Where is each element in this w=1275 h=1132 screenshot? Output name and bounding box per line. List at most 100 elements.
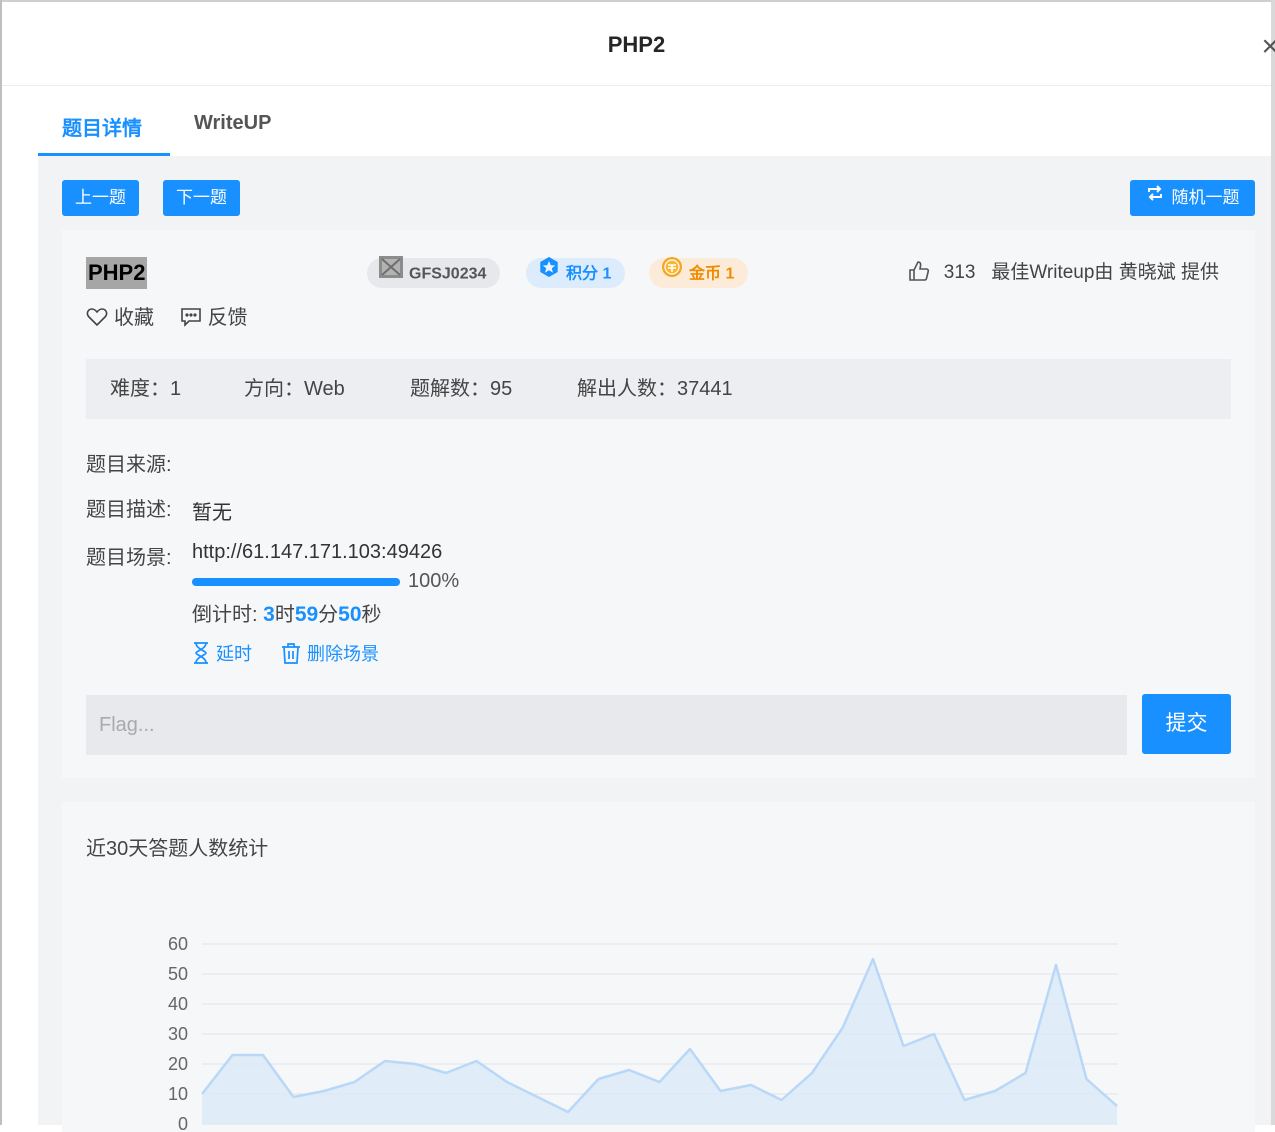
coin-label: 金币 1 <box>689 265 735 283</box>
countdown-minutes: 59 <box>294 603 319 626</box>
minutes-unit: 分 <box>318 604 339 626</box>
data-point-24[interactable] <box>932 1032 936 1036</box>
question-content: 上一题 下一题 随机一题 PHP2 GFSJ0234 积分 1 金币 1 313… <box>38 156 1271 1132</box>
trash-icon <box>282 643 301 665</box>
data-point-22[interactable] <box>871 957 875 961</box>
extend-time-label: 延时 <box>216 644 252 664</box>
writeup-info: 313 最佳Writeup由 黄晓斌 提供 <box>908 258 1219 288</box>
description-label: 题目描述: <box>86 499 172 521</box>
source-label: 题目来源: <box>86 454 172 476</box>
solver-count-chart: 0 10 20 30 40 50 60 <box>168 934 1119 1132</box>
tab-question-details[interactable]: 题目详情 <box>62 112 142 141</box>
thumbs-up-icon[interactable] <box>908 261 943 283</box>
tab-bar: 题目详情 WriteUP <box>38 86 1271 156</box>
comment-icon <box>180 307 201 327</box>
data-point-11[interactable] <box>536 1095 540 1099</box>
hourglass-icon <box>194 642 208 665</box>
data-point-16[interactable] <box>688 1047 692 1051</box>
data-point-28[interactable] <box>1054 963 1058 967</box>
scene-url[interactable]: http://61.147.171.103:49426 <box>192 541 442 564</box>
data-point-7[interactable] <box>414 1062 418 1066</box>
description-value: 暂无 <box>192 502 232 524</box>
y-tick-label: 50 <box>168 964 188 984</box>
shuffle-icon <box>1146 179 1164 215</box>
tab-writeup[interactable]: WriteUP <box>194 112 271 135</box>
question-title: PHP2 <box>86 257 148 289</box>
like-count: 313 <box>943 262 976 283</box>
data-point-13[interactable] <box>597 1077 601 1081</box>
random-question-button[interactable]: 随机一题 <box>1130 180 1255 216</box>
data-point-8[interactable] <box>444 1071 448 1075</box>
modal-header: PHP2 × <box>2 2 1275 86</box>
submit-flag-button[interactable]: 提交 <box>1142 694 1231 754</box>
data-point-19[interactable] <box>780 1098 784 1102</box>
question-id: GFSJ0234 <box>409 265 487 283</box>
data-point-10[interactable] <box>505 1080 509 1084</box>
question-actions: 收藏 反馈 <box>86 304 268 332</box>
y-tick-label: 10 <box>168 1084 188 1104</box>
score-label: 积分 1 <box>566 265 612 283</box>
data-point-9[interactable] <box>475 1059 479 1063</box>
data-point-14[interactable] <box>627 1068 631 1072</box>
data-point-25[interactable] <box>963 1098 967 1102</box>
question-id-badge: GFSJ0234 <box>367 256 501 289</box>
scene-label: 题目场景: <box>86 547 172 569</box>
direction-stat: 方向：Web <box>244 378 345 400</box>
heart-icon <box>86 307 108 326</box>
data-point-6[interactable] <box>383 1059 387 1063</box>
data-point-27[interactable] <box>1024 1071 1028 1075</box>
random-question-label: 随机一题 <box>1171 188 1240 207</box>
data-point-20[interactable] <box>810 1071 814 1075</box>
data-point-23[interactable] <box>902 1044 906 1048</box>
y-tick-label: 60 <box>168 934 188 954</box>
data-point-4[interactable] <box>322 1089 326 1093</box>
data-point-0[interactable] <box>200 1092 204 1096</box>
feedback-label: 反馈 <box>207 307 248 329</box>
data-point-29[interactable] <box>1085 1077 1089 1081</box>
extend-time-button[interactable]: 延时 <box>192 640 252 666</box>
solvers-stat: 解出人数：37441 <box>577 378 733 400</box>
countdown-seconds: 50 <box>338 603 362 626</box>
scene-progress-bar <box>192 578 400 586</box>
next-question-button[interactable]: 下一题 <box>163 180 240 216</box>
question-card: PHP2 GFSJ0234 积分 1 金币 1 313 最佳Writeup由 黄… <box>62 230 1255 778</box>
delete-scene-button[interactable]: 删除场景 <box>281 640 379 666</box>
countdown-label: 倒计时: <box>192 604 264 626</box>
data-point-21[interactable] <box>841 1026 845 1030</box>
star-icon <box>538 256 560 289</box>
flag-input[interactable] <box>86 695 1127 755</box>
question-thumbnail-icon <box>379 256 403 289</box>
series-area <box>202 959 1117 1124</box>
y-tick-label: 30 <box>168 1024 188 1044</box>
favorite-button[interactable]: 收藏 <box>86 304 154 332</box>
hours-unit: 时 <box>274 604 295 626</box>
data-point-26[interactable] <box>993 1089 997 1093</box>
data-point-15[interactable] <box>658 1080 662 1084</box>
data-point-5[interactable] <box>353 1080 357 1084</box>
feedback-button[interactable]: 反馈 <box>180 304 248 332</box>
data-point-30[interactable] <box>1115 1104 1119 1108</box>
data-point-1[interactable] <box>231 1053 235 1057</box>
backdrop-edge-left <box>0 0 2 1125</box>
prev-question-button[interactable]: 上一题 <box>62 180 139 216</box>
data-point-12[interactable] <box>566 1110 570 1114</box>
countdown-hours: 3 <box>263 603 275 626</box>
coin-icon <box>661 256 683 289</box>
data-point-2[interactable] <box>261 1053 265 1057</box>
question-stats-bar: 难度：1 方向：Web 题解数：95 解出人数：37441 <box>86 359 1231 419</box>
data-point-18[interactable] <box>749 1083 753 1087</box>
y-tick-label: 40 <box>168 994 188 1014</box>
data-point-17[interactable] <box>719 1089 723 1093</box>
y-tick-label: 20 <box>168 1054 188 1074</box>
modal-title: PHP2 <box>607 32 666 57</box>
favorite-label: 收藏 <box>114 307 154 329</box>
coin-badge: 金币 1 <box>649 256 749 289</box>
close-icon[interactable]: × <box>1261 32 1275 62</box>
delete-scene-label: 删除场景 <box>307 644 380 664</box>
seconds-unit: 秒 <box>361 604 382 626</box>
scene-countdown: 倒计时: 3时59分50秒 <box>192 598 382 627</box>
chart-card: 近30天答题人数统计 0 10 20 30 40 50 60 <box>62 802 1255 1132</box>
writeup-credit: 最佳Writeup由 黄晓斌 提供 <box>991 262 1219 283</box>
data-point-3[interactable] <box>292 1095 296 1099</box>
scene-actions: 延时 删除场景 <box>192 640 403 666</box>
